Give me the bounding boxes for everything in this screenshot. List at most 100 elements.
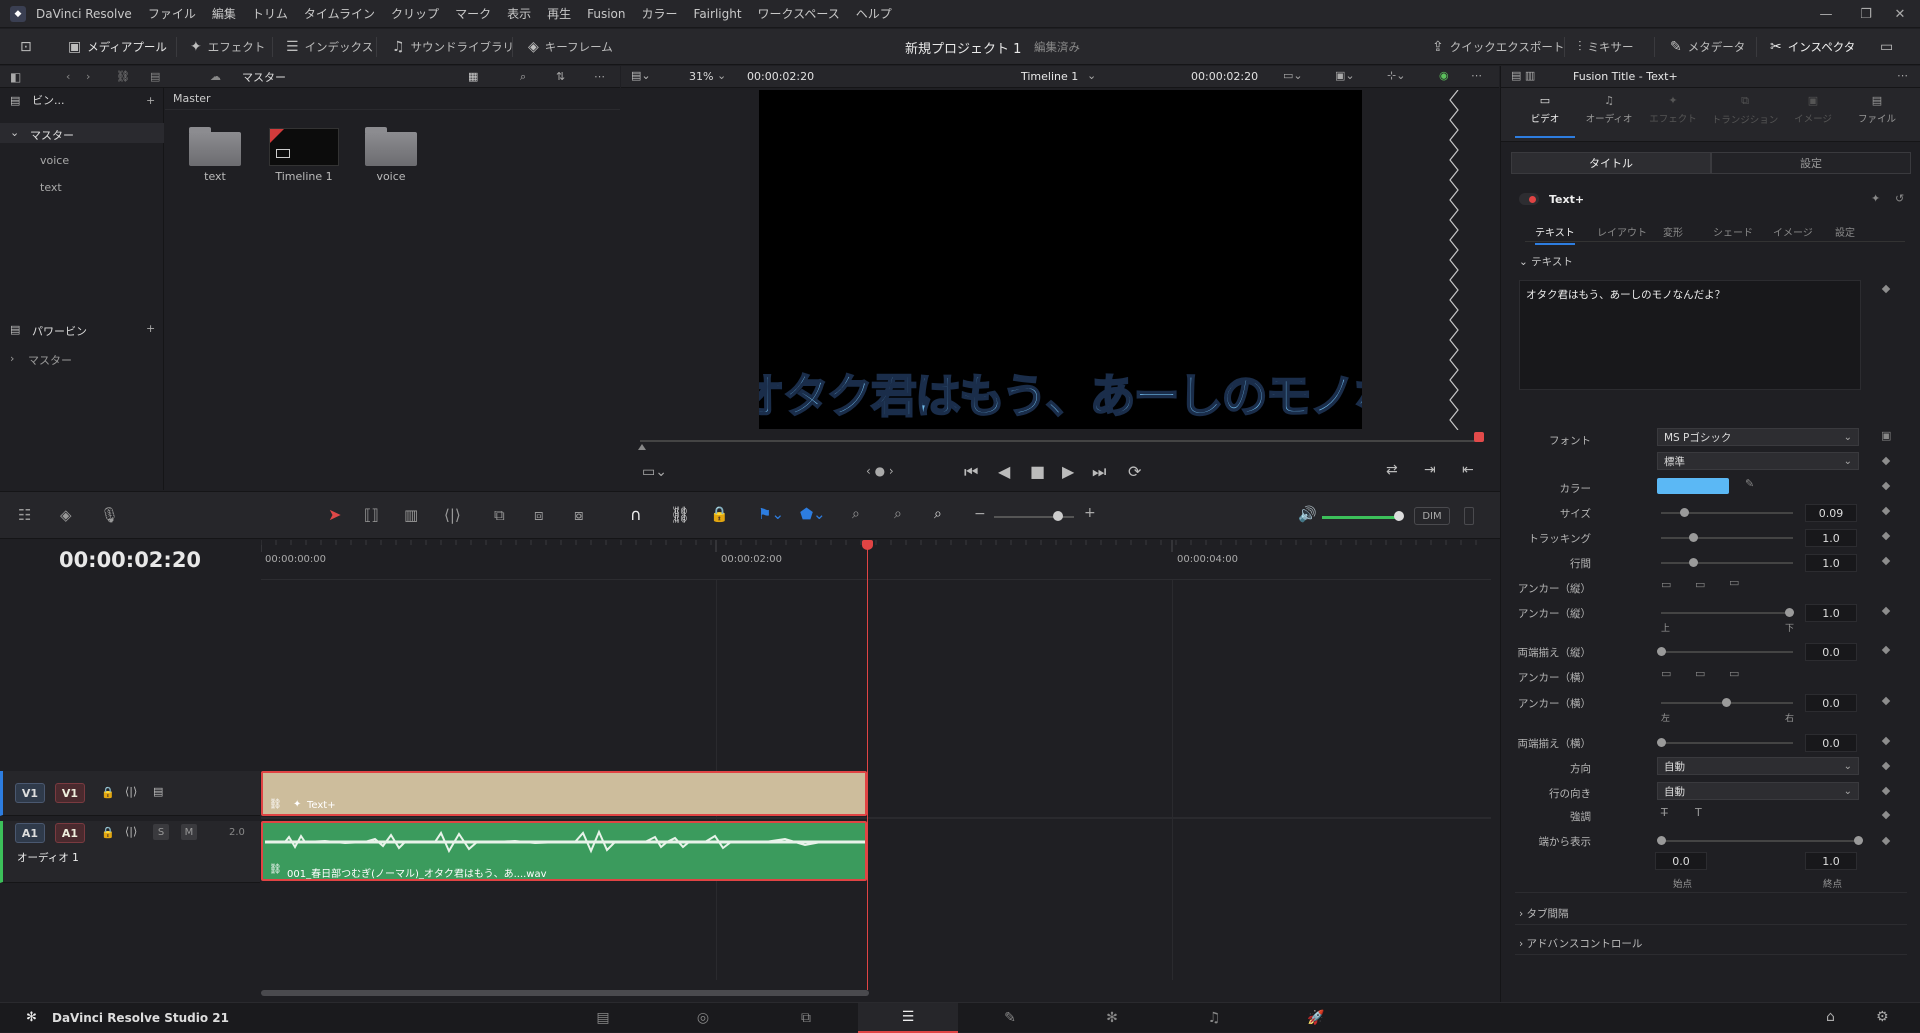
track-enable-icon[interactable]: ▤ xyxy=(153,785,163,798)
scrubber-playhead[interactable] xyxy=(1474,432,1484,442)
tree-item-master[interactable]: ⌄ マスター xyxy=(0,123,164,143)
viewer-more-icon[interactable]: ⋯ xyxy=(1471,69,1482,82)
media-page-icon[interactable]: ▤ xyxy=(553,1003,653,1033)
anchor-h-field[interactable]: 0.0 xyxy=(1805,694,1857,712)
go-to-end-icon[interactable]: ⏭ xyxy=(1092,462,1106,482)
section-text-header[interactable]: ⌄ テキスト xyxy=(1519,254,1573,269)
cut-page-icon[interactable]: ◎ xyxy=(653,1003,753,1033)
menu-timeline[interactable]: タイムライン xyxy=(296,5,383,22)
panel-toggle-button[interactable]: ⊡ xyxy=(20,29,32,65)
index-button[interactable]: ☰ インデックス xyxy=(286,29,373,65)
edit-page-icon[interactable]: ⧉ xyxy=(756,1003,856,1033)
zoom-custom-icon[interactable]: ⌕ xyxy=(934,506,942,522)
section-advanced-controls[interactable]: › アドバンスコントロール xyxy=(1519,936,1642,951)
innertab-settings[interactable]: 設定 xyxy=(1835,224,1855,239)
tracking-slider[interactable] xyxy=(1661,537,1793,539)
innertab-transform[interactable]: 変形 xyxy=(1663,224,1683,239)
overwrite-clip-icon[interactable]: ⧈ xyxy=(534,506,544,524)
fusion-page-icon[interactable]: ✎ xyxy=(960,1003,1060,1033)
link-icon[interactable]: ⛓ xyxy=(116,70,130,83)
tab-audio[interactable]: ♫ オーディオ xyxy=(1579,94,1639,138)
innertab-layout[interactable]: レイアウト xyxy=(1597,224,1647,239)
display-icon[interactable]: ▣⌄ xyxy=(1335,69,1355,82)
speaker-icon[interactable]: 🔊 xyxy=(1298,505,1317,523)
select-tool-icon[interactable]: ➤ xyxy=(328,505,341,524)
audio-destination-patch[interactable]: A1 xyxy=(55,823,85,843)
dynamic-trim-icon[interactable]: ▥ xyxy=(404,506,418,524)
bin-folder-voice[interactable]: voice xyxy=(365,127,417,183)
position-lock-icon[interactable]: 🔒 xyxy=(710,505,729,523)
line-direction-select[interactable]: 自動 ⌄ xyxy=(1657,782,1859,800)
write-on-slider[interactable] xyxy=(1661,840,1859,842)
layout-button[interactable]: ▭ xyxy=(1880,29,1893,65)
line-spacing-slider-knob[interactable] xyxy=(1689,558,1698,567)
tab-file[interactable]: ▤ ファイル xyxy=(1847,94,1907,138)
font-browser-icon[interactable]: ▣ xyxy=(1881,429,1891,442)
justify-h-slider[interactable] xyxy=(1661,742,1793,744)
keyframe-diamond-icon[interactable] xyxy=(1881,456,1891,466)
sidebar-toggle-icon[interactable]: ◧ xyxy=(10,70,21,84)
stop-icon[interactable]: ■ xyxy=(1030,462,1045,481)
play-reverse-icon[interactable]: ◀ xyxy=(998,462,1010,481)
zoom-detail-icon[interactable]: ⌕ xyxy=(894,506,902,522)
trim-tool-icon[interactable]: ⟦⟧ xyxy=(364,506,379,524)
scrubber-in-icon[interactable] xyxy=(638,444,646,450)
size-slider-knob[interactable] xyxy=(1680,508,1689,517)
blade-tool-icon[interactable]: ⟨|⟩ xyxy=(444,506,461,524)
justify-v-field[interactable]: 0.0 xyxy=(1805,643,1857,661)
crop-icon[interactable]: ▭⌄ xyxy=(642,464,667,480)
marker-icon[interactable]: ⬟⌄ xyxy=(800,505,826,523)
keyframe-diamond-icon[interactable] xyxy=(1881,481,1891,491)
settings-gear-icon[interactable]: ⚙ xyxy=(1876,1009,1889,1025)
home-icon[interactable]: ⌂ xyxy=(1826,1009,1835,1025)
track-lock-icon[interactable]: 🔒 xyxy=(101,786,115,799)
volume-slider[interactable] xyxy=(1322,516,1398,519)
write-on-end-field[interactable]: 1.0 xyxy=(1805,852,1857,870)
font-style-select[interactable]: 標準 ⌄ xyxy=(1657,452,1859,470)
minimize-icon[interactable]: — xyxy=(1806,0,1846,28)
underline-icon[interactable]: T xyxy=(1695,806,1702,819)
subtab-settings[interactable]: 設定 xyxy=(1711,152,1911,174)
direction-select[interactable]: 自動 ⌄ xyxy=(1657,757,1859,775)
zoom-out-icon[interactable]: − xyxy=(974,506,986,522)
tab-transition[interactable]: ⧉ トランジション xyxy=(1709,94,1781,138)
forward-arrow-icon[interactable]: › xyxy=(86,70,90,83)
menu-mark[interactable]: マーク xyxy=(447,5,499,22)
inspector-layout-icon[interactable]: ▤ ▥ xyxy=(1511,69,1535,82)
dim-button[interactable]: DIM xyxy=(1414,507,1450,525)
zoom-full-icon[interactable]: ⌕ xyxy=(852,506,860,522)
viewer-layout-icon[interactable]: ▤⌄ xyxy=(631,69,651,82)
sound-library-button[interactable]: ♫ サウンドライブラリ xyxy=(392,29,514,65)
keyframe-diamond-icon[interactable] xyxy=(1881,531,1891,541)
menu-playback[interactable]: 再生 xyxy=(539,5,579,22)
justify-h-field[interactable]: 0.0 xyxy=(1805,734,1857,752)
line-spacing-field[interactable]: 1.0 xyxy=(1805,554,1857,572)
keyframe-diamond-icon[interactable] xyxy=(1881,506,1891,516)
zoom-chevron-icon[interactable]: ⌄ xyxy=(717,69,726,82)
justify-v-slider[interactable] xyxy=(1661,651,1793,653)
deliver-page-icon[interactable]: 🚀 xyxy=(1266,1003,1366,1033)
menu-fairlight[interactable]: Fairlight xyxy=(686,7,750,21)
tree-item-voice[interactable]: voice xyxy=(40,154,69,167)
color-swatch[interactable] xyxy=(1657,478,1729,494)
grid-view-icon[interactable]: ▦ xyxy=(468,70,478,83)
anchor-v-slider[interactable] xyxy=(1661,612,1793,614)
play-icon[interactable]: ▶ xyxy=(1062,462,1074,481)
menu-help[interactable]: ヘルプ xyxy=(848,5,900,22)
keyframe-diamond-icon[interactable] xyxy=(1881,810,1891,820)
microphone-icon[interactable]: 🎙 xyxy=(100,506,119,524)
menu-view[interactable]: 表示 xyxy=(499,5,539,22)
mixer-button[interactable]: ⫶ ミキサー xyxy=(1578,29,1634,65)
fairlight-page-icon[interactable]: ♫ xyxy=(1164,1003,1264,1033)
keyframe-diamond-icon[interactable] xyxy=(1881,786,1891,796)
transform-icon[interactable]: ⊹⌄ xyxy=(1387,69,1405,82)
next-edit-icon[interactable]: ⇥ xyxy=(1424,462,1436,478)
clip-view-icon[interactable]: ▤ xyxy=(150,70,160,83)
close-icon[interactable]: ✕ xyxy=(1880,0,1920,28)
innertab-shade[interactable]: シェード xyxy=(1713,224,1753,239)
eyedropper-icon[interactable]: ✎ xyxy=(1745,477,1754,490)
line-spacing-slider[interactable] xyxy=(1661,562,1793,564)
size-field[interactable]: 0.09 xyxy=(1805,504,1857,522)
inspector-button[interactable]: ✂ インスペクタ xyxy=(1770,29,1855,65)
anchor-center-icon[interactable]: ▭ xyxy=(1695,667,1705,680)
